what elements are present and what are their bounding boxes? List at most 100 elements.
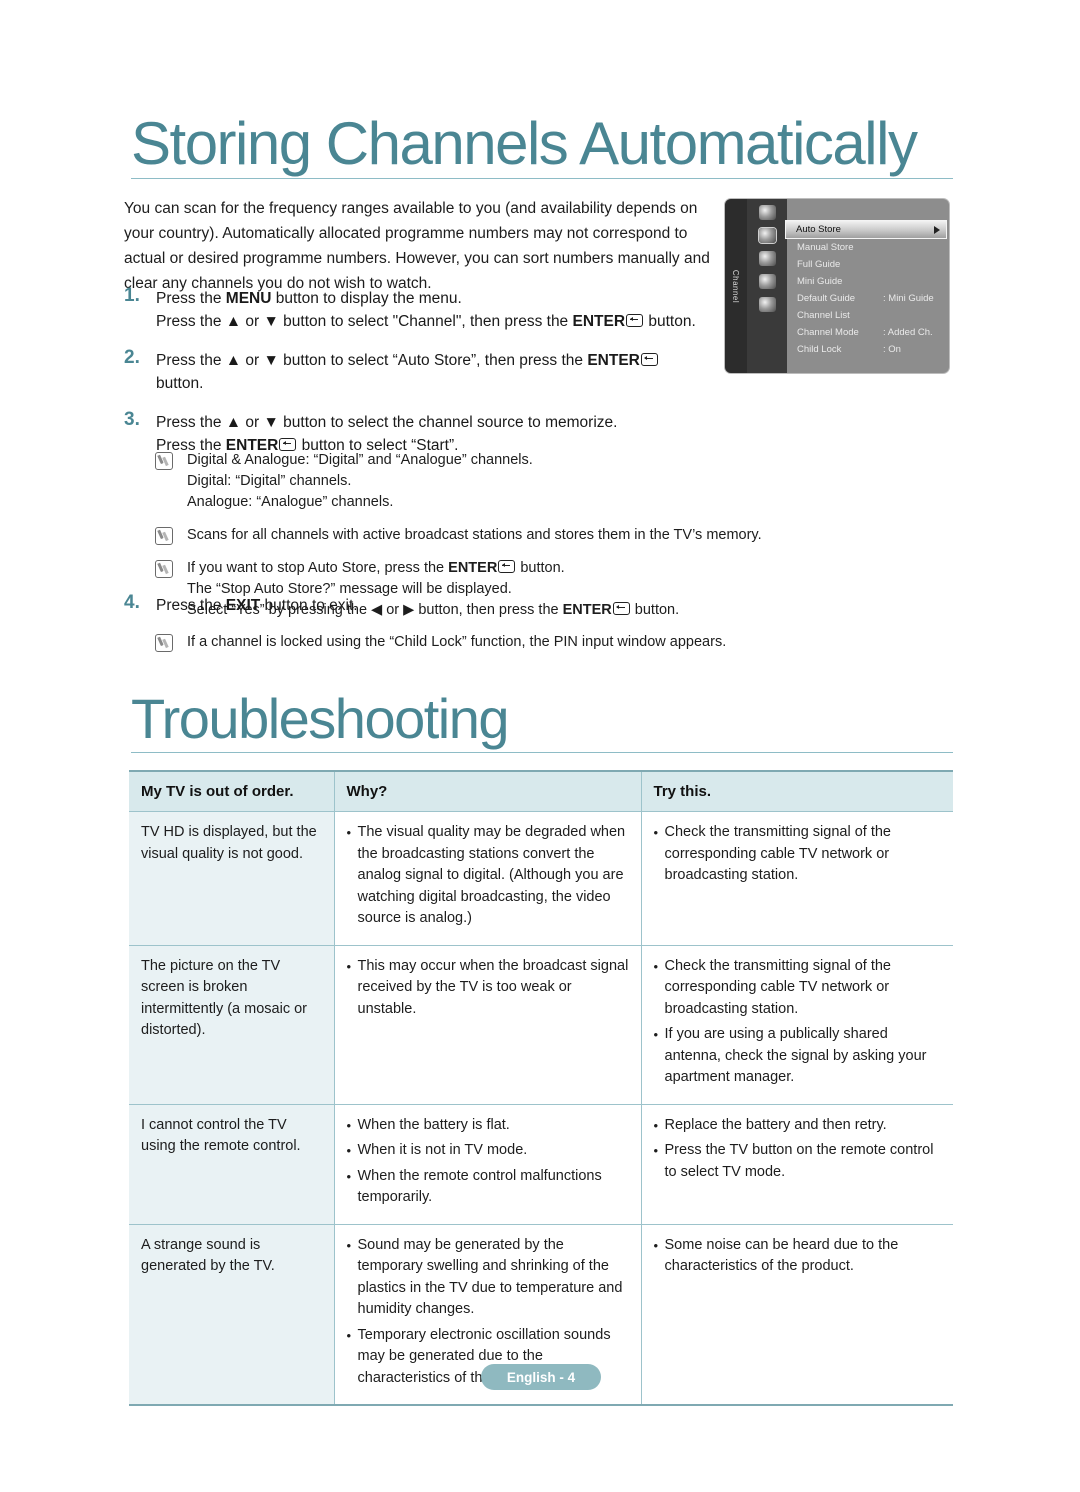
table-cell-try: Some noise can be heard due to the chara…: [640, 1224, 953, 1406]
table-cell-why: When the battery is flat. When it is not …: [333, 1104, 641, 1225]
cell-bullet-item: Press the TV button on the remote contro…: [654, 1140, 942, 1183]
cell-text: TV HD is displayed, but the visual quali…: [141, 824, 317, 862]
note-list-secondary: If a channel is locked using the “Child …: [155, 632, 755, 665]
enter-key-icon: [498, 560, 516, 573]
text-line: If you want to stop Auto Store, press th…: [187, 560, 565, 576]
emphasis-text: MENU: [225, 290, 272, 307]
osd-menu-item[interactable]: Channel List: [787, 307, 949, 324]
note-item: Digital & Analogue: “Digital” and “Analo…: [155, 450, 755, 513]
enter-key-icon: [626, 314, 644, 327]
osd-menu-item-label: Full Guide: [797, 259, 841, 270]
instruction-step-2: 2. Press the ▲ or ▼ button to select “Aut…: [124, 347, 724, 395]
channel-icon: [758, 228, 776, 243]
table-row: I cannot control the TV using the remote…: [129, 1104, 953, 1225]
cell-bullet-item: When it is not in TV mode.: [347, 1140, 629, 1162]
emphasis-text: ENTER: [448, 560, 498, 576]
emphasis-text: ENTER: [572, 313, 626, 330]
text-line: Scans for all channels with active broad…: [187, 527, 762, 543]
step-number: 1.: [124, 285, 140, 306]
text-line: Press the EXIT button to exit.: [156, 597, 358, 614]
cell-text: The picture on the TV screen is broken i…: [141, 957, 307, 1039]
step-number: 4.: [124, 592, 140, 613]
page-footer-badge: English - 4: [481, 1364, 601, 1390]
sound-icon: [758, 274, 776, 289]
osd-menu-item[interactable]: Auto Store: [785, 220, 947, 239]
note-pencil-icon: [155, 560, 173, 578]
table-column-header-2: Why?: [333, 770, 641, 812]
table-cell-symptom: I cannot control the TV using the remote…: [129, 1104, 334, 1225]
osd-menu-item-label: Channel List: [797, 310, 850, 321]
osd-menu-item[interactable]: Mini Guide: [787, 273, 949, 290]
osd-menu-list: Auto Store Manual Store Full Guide Mini Gui…: [785, 199, 949, 373]
troubleshooting-table: My TV is out of order. Why? Try this. TV H…: [129, 770, 953, 1406]
title-underline-troubleshooting: [131, 752, 953, 753]
osd-menu-item-value: : On: [883, 344, 901, 355]
step-number: 2.: [124, 347, 140, 368]
instruction-steps: 1. Press the MENU button to display the m…: [124, 285, 724, 473]
cell-bullet-item: Replace the battery and then retry.: [654, 1115, 942, 1137]
table-cell-why: This may occur when the broadcast signal…: [333, 945, 641, 1105]
picture-icon: [758, 297, 776, 312]
intro-paragraph: You can scan for the frequency ranges av…: [124, 200, 710, 292]
table-cell-symptom: The picture on the TV screen is broken i…: [129, 945, 334, 1105]
osd-menu-item-label: Manual Store: [797, 242, 854, 253]
text-line: Press the ▲ or ▼ button to select "Chann…: [156, 313, 696, 330]
power-icon: [758, 205, 776, 220]
step-text: Press the MENU button to display the men…: [156, 287, 724, 333]
cell-bullet-item: If you are using a publically shared ant…: [654, 1024, 942, 1089]
osd-icon-column: [747, 199, 787, 373]
osd-menu-item[interactable]: Default Guide: Mini Guide: [787, 290, 949, 307]
instruction-step-4-body: 4. Press the EXIT button to exit.: [124, 592, 724, 617]
osd-menu-item-label: Default Guide: [797, 293, 856, 304]
note-text: Digital & Analogue: “Digital” and “Analo…: [187, 450, 755, 513]
step-text: Press the ▲ or ▼ button to select “Auto …: [156, 349, 724, 395]
step-text: Press the EXIT button to exit.: [156, 594, 724, 617]
chevron-right-icon: [934, 225, 940, 234]
osd-menu-item-value: : Added Ch.: [883, 327, 933, 338]
emphasis-text: ENTER: [587, 352, 640, 369]
document-page: Storing Channels Automatically You can s…: [0, 0, 1080, 1492]
cell-text: I cannot control the TV using the remote…: [141, 1116, 301, 1155]
osd-menu-item[interactable]: Full Guide: [787, 256, 949, 273]
note-pencil-icon: [155, 452, 173, 470]
table-cell-try: Check the transmitting signal of the cor…: [640, 945, 953, 1105]
table-cell-why: The visual quality may be degraded when …: [333, 811, 641, 946]
text-line: Digital & Analogue: “Digital” and “Analo…: [187, 452, 533, 468]
table-cell-symptom: TV HD is displayed, but the visual quali…: [129, 811, 334, 946]
osd-menu-item[interactable]: Channel Mode: Added Ch.: [787, 324, 949, 341]
setup-icon: [758, 251, 776, 266]
text-line: Press the MENU button to display the men…: [156, 290, 462, 307]
osd-menu-item-label: Auto Store: [796, 224, 841, 235]
table-cell-symptom: A strange sound is generated by the TV.: [129, 1224, 334, 1406]
cell-bullet-item: This may occur when the broadcast signal…: [347, 956, 629, 1021]
table-column-header-3: Try this.: [640, 770, 953, 812]
cell-bullet-item: Check the transmitting signal of the cor…: [654, 822, 942, 887]
text-line: Press the ▲ or ▼ button to select “Auto …: [156, 349, 724, 372]
cell-text: A strange sound is generated by the TV.: [141, 1236, 275, 1275]
note-text: Scans for all channels with active broad…: [187, 525, 762, 546]
cell-bullet-item: When the battery is flat.: [347, 1115, 629, 1137]
table-row: TV HD is displayed, but the visual quali…: [129, 811, 953, 946]
cell-bullet-item: When the remote control malfunctions tem…: [347, 1166, 629, 1209]
page-title-troubleshooting: Troubleshooting: [131, 687, 510, 750]
note-item: If a channel is locked using the “Child …: [155, 632, 755, 653]
text-line: If a channel is locked using the “Child …: [187, 634, 727, 650]
cell-bullet-item: Some noise can be heard due to the chara…: [654, 1235, 942, 1278]
text-line: Digital: “Digital” channels.: [187, 473, 352, 489]
title-underline-storing: [131, 178, 953, 179]
note-pencil-icon: [155, 634, 173, 652]
osd-menu-item[interactable]: Manual Store: [787, 239, 949, 256]
note-text: If a channel is locked using the “Child …: [187, 632, 755, 653]
text-line: Analogue: “Analogue” channels.: [187, 494, 394, 510]
osd-menu-item-label: Mini Guide: [797, 276, 843, 287]
cell-bullet-item: Check the transmitting signal of the cor…: [654, 956, 942, 1021]
instruction-step-4: 4. Press the EXIT button to exit.: [124, 592, 724, 633]
osd-sidebar-rail: Channel: [725, 199, 747, 373]
osd-menu-item-label: Child Lock: [797, 344, 842, 355]
osd-menu-item[interactable]: Child Lock : On: [787, 341, 949, 358]
step-number: 3.: [124, 409, 140, 430]
table-cell-try: Check the transmitting signal of the cor…: [640, 811, 953, 946]
table-column-header-1: My TV is out of order.: [129, 770, 334, 812]
emphasis-text: EXIT: [225, 597, 261, 614]
text-line: button.: [156, 375, 204, 392]
